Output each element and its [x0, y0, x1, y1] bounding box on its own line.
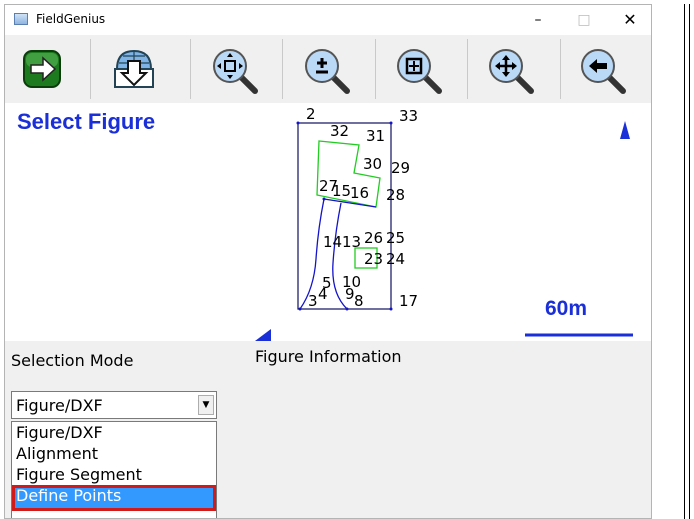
selection-mode-combo[interactable]: Figure/DXF ▼	[11, 391, 217, 419]
forward-button[interactable]	[11, 39, 73, 99]
point-label: 33	[399, 107, 419, 125]
point-label: 30	[363, 155, 383, 173]
option-figure-dxf[interactable]: Figure/DXF	[12, 422, 216, 444]
combo-value: Figure/DXF	[16, 396, 103, 415]
zoom-extents-button[interactable]	[203, 39, 265, 99]
point-label: 31	[366, 127, 386, 145]
point-label: 26	[364, 229, 384, 247]
selection-mode-dropdown: Figure/DXF Alignment Figure Segment Defi…	[11, 421, 217, 518]
point-label: 13	[342, 233, 362, 251]
selection-mode-label: Selection Mode	[11, 351, 134, 370]
point-label: 15	[332, 182, 352, 200]
point-label: 14	[323, 233, 343, 251]
download-button[interactable]	[103, 39, 165, 99]
north-arrow-icon	[615, 119, 635, 141]
option-figure-segment[interactable]: Figure Segment	[12, 464, 216, 486]
point-label: 32	[330, 122, 350, 140]
window-edge	[684, 4, 690, 519]
zoom-in-out-button[interactable]	[295, 39, 357, 99]
point-label: 8	[354, 292, 364, 310]
pan-button[interactable]	[479, 39, 541, 99]
zoom-in-out-icon	[305, 49, 350, 94]
point-label: 29	[391, 159, 411, 177]
option-define-points[interactable]: Define Points	[12, 485, 216, 511]
zoom-window-button[interactable]	[387, 39, 449, 99]
forward-arrow-icon	[23, 50, 61, 88]
pan-icon	[489, 49, 534, 94]
point-label: 4	[318, 285, 328, 303]
point-label: 17	[399, 292, 419, 310]
select-figure-heading: Select Figure	[17, 109, 156, 134]
zoom-previous-button[interactable]	[571, 39, 633, 99]
chevron-down-icon[interactable]: ▼	[198, 395, 214, 415]
option-alignment[interactable]: Alignment	[12, 443, 216, 465]
close-button[interactable]: ✕	[607, 5, 651, 35]
map-view[interactable]: 2 33 32 31 30 29 27 15 16 28 14 13 26 25…	[5, 103, 651, 341]
zoom-extents-icon	[213, 49, 258, 94]
point-label: 23	[364, 250, 384, 268]
point-label: 2	[306, 105, 316, 123]
app-window: FieldGenius – □ ✕ 2 33 32 31 30 29 27 15…	[4, 4, 652, 519]
title-bar: FieldGenius – □ ✕	[5, 5, 651, 35]
zoom-previous-icon	[581, 49, 626, 94]
point-label: 24	[386, 250, 406, 268]
maximize-button[interactable]: □	[561, 5, 607, 35]
minimize-button[interactable]: –	[515, 5, 561, 35]
point-label: 25	[386, 229, 406, 247]
app-icon	[14, 13, 28, 25]
scale-label: 60m	[545, 297, 588, 320]
window-title: FieldGenius	[36, 12, 106, 26]
zoom-window-icon	[397, 49, 442, 94]
figure-info-label: Figure Information	[255, 347, 402, 366]
point-label: 16	[350, 184, 370, 202]
point-label: 3	[308, 292, 318, 310]
toolbar	[5, 35, 651, 104]
download-globe-icon	[114, 49, 154, 88]
point-label: 28	[386, 186, 406, 204]
